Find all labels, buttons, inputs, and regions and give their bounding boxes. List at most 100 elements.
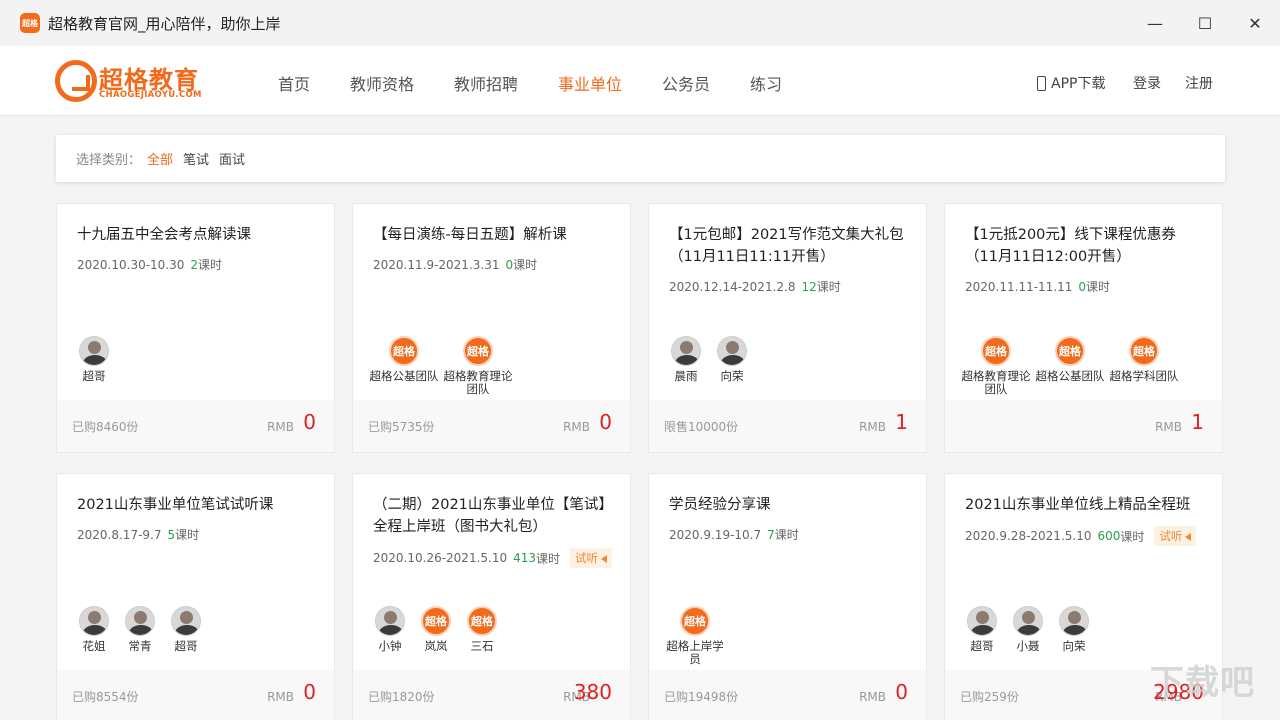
brand-avatar: 超格: [463, 336, 493, 366]
teacher[interactable]: 超格 超格公基团队: [1033, 336, 1107, 396]
teacher[interactable]: 超哥: [71, 336, 117, 383]
teacher[interactable]: 超格 超格教育理论团队: [441, 336, 515, 396]
avatar: [671, 336, 701, 366]
trial-badge[interactable]: 试听: [1154, 526, 1197, 546]
brand-avatar: 超格: [389, 336, 419, 366]
lesson-unit: 课时: [816, 280, 841, 294]
teacher-name: 小钟: [378, 639, 402, 653]
sold-count: 已购259份: [960, 690, 1019, 704]
lesson-unit: 课时: [513, 258, 538, 272]
course-title: 十九届五中全会考点解读课: [77, 227, 251, 243]
trial-label: 试听: [575, 551, 599, 565]
lesson-count: 5: [167, 527, 176, 542]
teacher[interactable]: 超格 超格学科团队: [1107, 336, 1181, 396]
teacher[interactable]: 小聂: [1005, 606, 1051, 653]
course-date: 2020.9.19-10.7: [669, 527, 762, 542]
nav-teacher-recruitment[interactable]: 教师招聘: [454, 71, 518, 95]
filter-label: 选择类别：: [76, 153, 142, 168]
course-title: 【每日演练-每日五题】解析课: [373, 227, 567, 243]
lesson-count: 12: [801, 279, 817, 294]
site-logo[interactable]: 超格教育 CHAOGEJIAOYU.COM: [55, 60, 235, 104]
brand-avatar: 超格: [421, 606, 451, 636]
teacher[interactable]: 超哥: [959, 606, 1005, 653]
teacher-name: 向荣: [1062, 639, 1086, 653]
close-button[interactable]: ✕: [1240, 8, 1270, 38]
category-filter: 选择类别： 全部 笔试 面试: [56, 135, 1225, 182]
teacher-list: 超哥 小聂 向荣: [959, 606, 1097, 653]
course-meta: 2020.9.19-10.7 7 课时: [669, 526, 799, 543]
avatar: [125, 606, 155, 636]
teacher-name: 超格学科团队: [1109, 369, 1179, 383]
teacher-name: 超格公基团队: [1035, 369, 1105, 383]
course-card[interactable]: 2021山东事业单位笔试试听课 2020.8.17-9.7 5 课时 花姐 常青 …: [56, 473, 335, 720]
course-title: 2021山东事业单位笔试试听课: [77, 497, 274, 513]
logo-mark-icon: [55, 60, 97, 102]
minimize-button[interactable]: —: [1140, 8, 1170, 38]
currency-label: RMB: [859, 690, 886, 704]
teacher-list: 花姐 常青 超哥: [71, 606, 209, 653]
course-title: 【1元包邮】2021写作范文集大礼包（11月11日11:11开售）: [669, 227, 904, 265]
filter-written[interactable]: 笔试: [183, 149, 209, 168]
course-title: （二期）2021山东事业单位【笔试】全程上岸班（图书大礼包）: [373, 497, 613, 535]
teacher[interactable]: 花姐: [71, 606, 117, 653]
avatar: [717, 336, 747, 366]
nav-civil-servant[interactable]: 公务员: [662, 71, 710, 95]
login-link[interactable]: 登录: [1133, 73, 1161, 93]
course-card[interactable]: 十九届五中全会考点解读课 2020.10.30-10.30 2 课时 超哥 已购8…: [56, 203, 335, 453]
teacher[interactable]: 超哥: [163, 606, 209, 653]
course-card[interactable]: 【1元包邮】2021写作范文集大礼包（11月11日11:11开售） 2020.1…: [648, 203, 927, 453]
sold-count: 限售10000份: [664, 420, 739, 434]
nav-teacher-qualification[interactable]: 教师资格: [350, 71, 414, 95]
avatar: [1059, 606, 1089, 636]
price: 380: [573, 680, 612, 704]
sold-count: 已购8554份: [72, 690, 139, 704]
course-card[interactable]: 【每日演练-每日五题】解析课 2020.11.9-2021.3.31 0 课时 超…: [352, 203, 631, 453]
lesson-count: 0: [505, 257, 514, 272]
course-meta: 2020.11.11-11.11 0 课时: [965, 278, 1110, 295]
phone-icon: [1037, 75, 1046, 91]
trial-badge[interactable]: 试听: [570, 548, 613, 568]
teacher[interactable]: 小钟: [367, 606, 413, 653]
price: 0: [303, 410, 316, 434]
teacher-name: 向荣: [720, 369, 744, 383]
teacher[interactable]: 超格 岚岚: [413, 606, 459, 653]
teacher[interactable]: 超格 超格上岸学员: [663, 606, 727, 666]
sold-count: 已购8460份: [72, 420, 139, 434]
teacher[interactable]: 向荣: [1051, 606, 1097, 653]
teacher-name: 超格上岸学员: [666, 639, 724, 666]
teacher[interactable]: 超格 超格教育理论团队: [959, 336, 1033, 396]
lesson-unit: 课时: [175, 528, 200, 542]
nav-home[interactable]: 首页: [278, 71, 310, 95]
maximize-button[interactable]: ☐: [1190, 8, 1220, 38]
lesson-count: 413: [513, 551, 537, 565]
sold-count: 已购19498份: [664, 690, 739, 704]
teacher-list: 超格 超格教育理论团队 超格 超格公基团队 超格 超格学科团队: [959, 336, 1181, 396]
teacher-name: 超格教育理论团队: [961, 369, 1031, 396]
app-download-link[interactable]: APP下载: [1037, 73, 1105, 93]
teacher[interactable]: 超格 三石: [459, 606, 505, 653]
teacher[interactable]: 常青: [117, 606, 163, 653]
course-meta: 2020.12.14-2021.2.8 12 课时: [669, 278, 841, 295]
nav-public-institution[interactable]: 事业单位: [558, 71, 622, 95]
nav-practice[interactable]: 练习: [750, 71, 782, 95]
site-header: 超格教育 CHAOGEJIAOYU.COM 首页 教师资格 教师招聘 事业单位 …: [0, 46, 1280, 116]
register-link[interactable]: 注册: [1185, 73, 1213, 93]
filter-all[interactable]: 全部: [147, 149, 173, 168]
price: 0: [303, 680, 316, 704]
avatar: [375, 606, 405, 636]
card-footer: RMB 1: [945, 400, 1222, 452]
lesson-unit: 课时: [536, 551, 561, 566]
course-card[interactable]: 【1元抵200元】线下课程优惠券（11月11日12:00开售） 2020.11.…: [944, 203, 1223, 453]
course-date: 2020.11.11-11.11: [965, 279, 1073, 294]
teacher[interactable]: 向荣: [709, 336, 755, 383]
logo-domain: CHAOGEJIAOYU.COM: [99, 90, 202, 100]
course-card[interactable]: 学员经验分享课 2020.9.19-10.7 7 课时 超格 超格上岸学员 已购19…: [648, 473, 927, 720]
teacher[interactable]: 超格 超格公基团队: [367, 336, 441, 396]
card-footer: 已购19498份 RMB 0: [649, 670, 926, 720]
teacher-name: 岚岚: [424, 639, 448, 653]
course-card[interactable]: （二期）2021山东事业单位【笔试】全程上岸班（图书大礼包） 2020.10.2…: [352, 473, 631, 720]
price: 0: [599, 410, 612, 434]
filter-interview[interactable]: 面试: [219, 149, 245, 168]
teacher[interactable]: 晨雨: [663, 336, 709, 383]
currency-label: RMB: [1155, 420, 1182, 434]
